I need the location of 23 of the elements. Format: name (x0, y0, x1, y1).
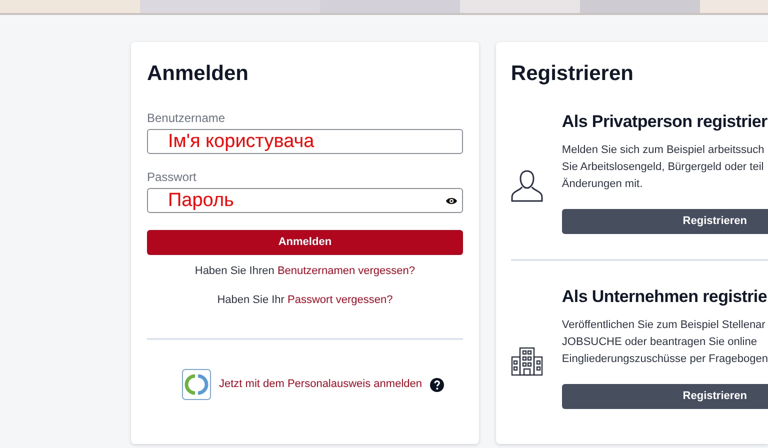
register-button[interactable]: Registrieren (562, 209, 768, 234)
login-button[interactable]: Anmelden (147, 230, 463, 255)
field-label: Passwort (147, 169, 198, 185)
building-icon (510, 346, 543, 376)
eye-icon[interactable] (446, 196, 457, 204)
login-heading: Anmelden (147, 61, 250, 87)
section-heading: Als Unternehmen registrie (562, 286, 768, 308)
username-field[interactable]: Ім'я користувача (147, 129, 463, 154)
help-link[interactable]: Benutzernamen vergessen? (277, 265, 416, 277)
password-field[interactable]: Пароль (147, 188, 463, 213)
section-heading: Als Privatperson registrier (562, 111, 768, 133)
person-icon (510, 169, 543, 203)
section-description: Veröffentlichen Sie zum Beispiel Stellenar JOBSUCHE oder beantragen Sie online Eingliederungszuschüsse per Fragebogen (562, 318, 768, 367)
help-link[interactable]: Passwort vergessen? (288, 294, 393, 306)
id-card-logo-icon[interactable] (182, 369, 211, 400)
eid-login-link[interactable]: Jetzt mit dem Personalausweis anmelden (219, 376, 422, 393)
help-text: Haben Sie Ihren Benutzernamen vergessen? (194, 264, 416, 279)
register-button[interactable]: Registrieren (562, 384, 768, 409)
help-icon[interactable] (430, 378, 444, 392)
section-description: Melden Sie sich zum Beispiel arbeitssuch Sie Arbeitslosengeld, Bürgergeld oder teil Änderungen mit. (562, 143, 766, 192)
register-heading: Registrieren (510, 61, 634, 87)
field-label: Benutzername (147, 110, 226, 126)
help-text: Haben Sie Ihr Passwort vergessen? (217, 293, 393, 308)
